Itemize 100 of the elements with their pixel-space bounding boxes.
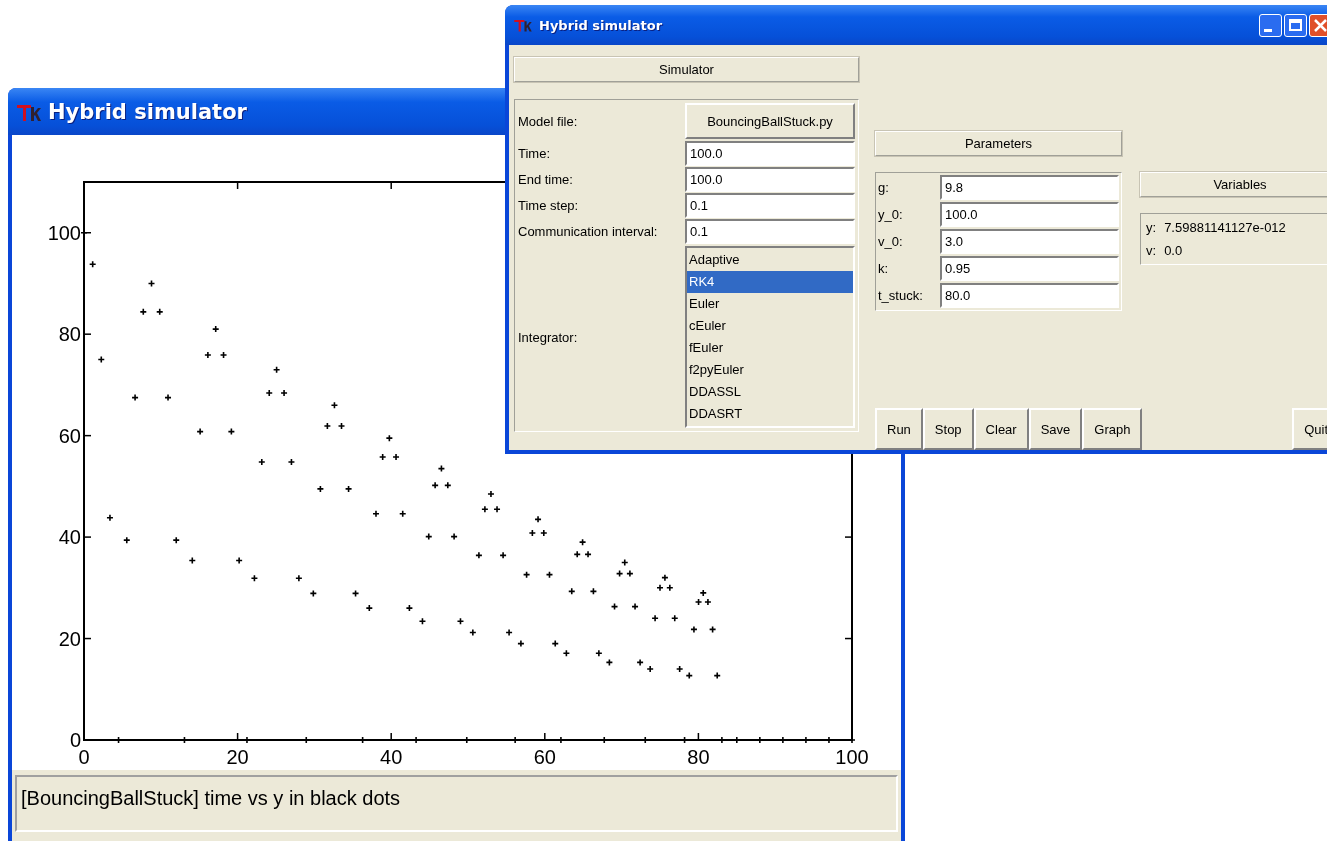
- data-point: [469, 628, 477, 637]
- y-tick-label: 80: [58, 323, 81, 346]
- window-title: Hybrid simulator: [48, 99, 247, 124]
- maximize-button[interactable]: [1284, 13, 1307, 37]
- field-label: Communication interval:: [518, 224, 659, 239]
- list-item[interactable]: Euler: [687, 293, 853, 315]
- data-point: [670, 614, 679, 623]
- data-point: [316, 485, 325, 493]
- section-header: Variables: [1140, 172, 1327, 197]
- data-point: [258, 458, 266, 466]
- parameter-label: y_0:: [878, 207, 904, 222]
- data-point: [626, 569, 634, 578]
- data-point: [188, 556, 197, 565]
- data-point: [456, 617, 465, 626]
- data-point: [431, 481, 439, 490]
- data-point: [330, 401, 339, 409]
- data-point: [848, 736, 856, 744]
- variable-value: 0.0: [1164, 243, 1183, 258]
- data-point: [219, 351, 228, 359]
- data-point: [540, 529, 548, 537]
- data-point: [615, 569, 624, 578]
- data-point: [265, 389, 274, 397]
- minimize-button[interactable]: [1259, 13, 1282, 37]
- data-point: [272, 365, 281, 374]
- action-button[interactable]: Clear: [973, 408, 1029, 450]
- data-point: [713, 671, 721, 680]
- data-point: [211, 325, 220, 333]
- section-header: Parameters: [875, 131, 1122, 156]
- variable-value: 7.59881141127e-012: [1164, 220, 1286, 235]
- action-button[interactable]: Graph: [1082, 408, 1143, 450]
- list-item[interactable]: DDASSL: [687, 381, 853, 403]
- list-item[interactable]: cEuler: [687, 315, 853, 337]
- data-point: [545, 570, 554, 579]
- data-point: [351, 589, 360, 598]
- input-field[interactable]: 0.1: [685, 219, 855, 244]
- data-point: [475, 551, 483, 560]
- field-label: End time:: [518, 172, 574, 187]
- data-point: [708, 625, 717, 634]
- data-point: [378, 453, 387, 461]
- variable-label: v:: [1146, 243, 1157, 258]
- data-point: [505, 628, 513, 637]
- data-point: [499, 551, 507, 560]
- status-text: [BouncingBallStuck] time vs y in black dots: [15, 775, 898, 832]
- window-title: Hybrid simulator: [539, 17, 663, 33]
- input-field[interactable]: 0.1: [685, 193, 855, 218]
- data-point: [250, 574, 259, 582]
- x-tick-label: 20: [226, 746, 249, 768]
- data-point: [661, 573, 669, 582]
- action-button[interactable]: Stop: [922, 408, 974, 450]
- input-field[interactable]: 100.0: [685, 167, 855, 192]
- input-field[interactable]: 80.0: [940, 283, 1119, 308]
- data-point: [481, 505, 489, 513]
- list-item[interactable]: f2pyEuler: [687, 359, 853, 381]
- y-tick-label: 100: [47, 221, 81, 244]
- data-point: [487, 490, 495, 498]
- parameter-label: t_stuck:: [878, 288, 924, 303]
- data-point: [235, 556, 243, 565]
- action-button[interactable]: Run: [875, 408, 923, 450]
- list-item[interactable]: DDASRT: [687, 403, 853, 425]
- close-button[interactable]: [1309, 13, 1327, 37]
- action-button[interactable]: Save: [1028, 408, 1083, 450]
- data-point: [227, 427, 236, 436]
- data-point: [534, 515, 542, 524]
- model-file-button[interactable]: BouncingBallStuck.py: [685, 103, 855, 139]
- data-point: [204, 351, 212, 359]
- field-label: Integrator:: [518, 329, 579, 345]
- data-point: [418, 617, 427, 626]
- data-point: [584, 550, 592, 559]
- input-field[interactable]: 100.0: [940, 202, 1119, 227]
- list-item[interactable]: RK4: [687, 271, 853, 293]
- data-point: [578, 538, 587, 546]
- data-point: [365, 604, 374, 612]
- input-field[interactable]: 0.95: [940, 256, 1119, 281]
- input-field[interactable]: 9.8: [940, 175, 1119, 200]
- data-point: [685, 671, 694, 680]
- data-point: [398, 509, 407, 518]
- x-tick-label: 40: [380, 746, 403, 768]
- data-point: [172, 536, 181, 544]
- data-point: [595, 649, 603, 658]
- input-field[interactable]: 3.0: [940, 229, 1119, 254]
- data-point: [605, 658, 614, 667]
- data-point: [450, 532, 458, 541]
- list-item[interactable]: Adaptive: [687, 249, 853, 271]
- data-point: [567, 587, 576, 596]
- data-point: [372, 509, 380, 518]
- data-point: [123, 536, 131, 544]
- data-point: [444, 481, 452, 490]
- y-tick-label: 0: [69, 729, 81, 751]
- data-point: [437, 464, 446, 473]
- input-field[interactable]: 100.0: [685, 141, 855, 166]
- data-point: [636, 658, 644, 667]
- section-header: Simulator: [514, 57, 859, 82]
- data-point: [610, 602, 619, 611]
- data-point: [164, 393, 172, 402]
- data-point: [493, 505, 501, 513]
- data-point: [147, 279, 156, 288]
- data-point: [522, 570, 531, 579]
- list-item[interactable]: fEuler: [687, 337, 853, 359]
- data-point: [106, 514, 114, 522]
- data-point: [287, 458, 296, 466]
